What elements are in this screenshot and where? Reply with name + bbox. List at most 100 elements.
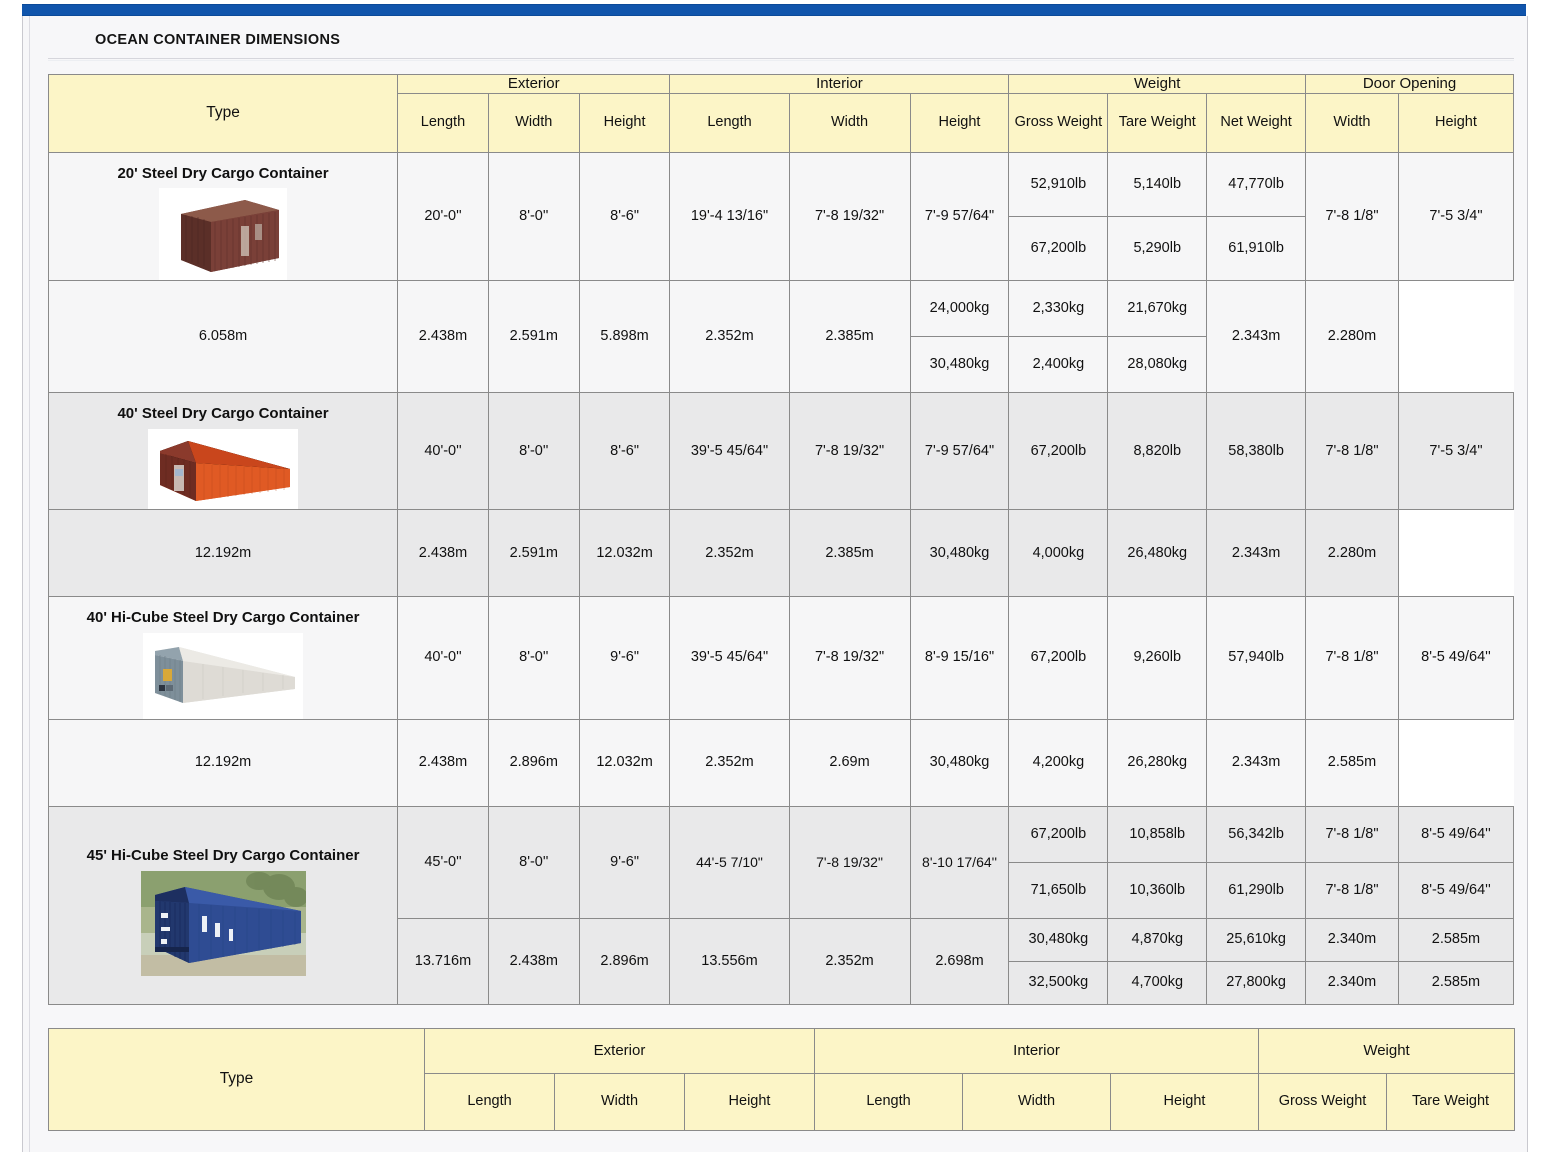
- ocean-container-dimensions-table: Type Exterior Interior Weight Door Openi…: [47, 74, 1515, 1005]
- type-cell-20ft: 20' Steel Dry Cargo Container: [47, 151, 399, 282]
- type-label: 40' Steel Dry Cargo Container: [117, 405, 329, 423]
- header-exterior: Exterior: [397, 74, 671, 94]
- cell-gross-weight: 71,650lb: [1008, 861, 1109, 919]
- bottom-header-type: Type: [48, 1028, 425, 1131]
- cell-gross-weight: 67,200lb: [1008, 392, 1109, 511]
- bottom-header-int-height: Height: [1109, 1073, 1260, 1131]
- top-blue-bar: [22, 4, 1526, 16]
- header-int-length: Length: [669, 92, 790, 153]
- type-label: 20' Steel Dry Cargo Container: [117, 164, 329, 182]
- cell-int-height: 7'-9 57/64": [909, 151, 1010, 282]
- cell-int-height: 2.69m: [788, 718, 911, 807]
- cell-int-width: 7'-8 19/32": [788, 151, 911, 282]
- bottom-header-ext-width: Width: [554, 1073, 685, 1131]
- type-cell-40ft-hicube: 40' Hi-Cube Steel Dry Cargo Container: [47, 596, 399, 720]
- bottom-header-interior: Interior: [813, 1028, 1260, 1074]
- cell-gross-weight: 67,200lb: [1008, 805, 1109, 863]
- cell-tare-weight: 10,360lb: [1107, 861, 1208, 919]
- cell-ext-width: 8'-0'': [487, 392, 580, 511]
- cell-int-width: 2.352m: [669, 509, 790, 598]
- cell-ext-width: 2.438m: [397, 280, 489, 394]
- cell-ext-width: 8'-0'': [487, 805, 580, 919]
- cell-int-height: 8'-9 15/16": [909, 596, 1010, 720]
- type-cell-40ft: 40' Steel Dry Cargo Container: [47, 392, 399, 511]
- type-label: 40' Hi-Cube Steel Dry Cargo Container: [86, 609, 360, 627]
- cell-int-length: 39'-5 45/64": [669, 596, 790, 720]
- cell-net-weight: 57,940lb: [1206, 596, 1307, 720]
- second-dimensions-table: Type Exterior Interior Weight Length Wid…: [48, 1028, 1516, 1131]
- cell-door-width: 7'-8 1/8": [1305, 596, 1399, 720]
- cell-door-width: 7'-8 1/8": [1305, 151, 1399, 282]
- cell-ext-length: 6.058m: [47, 280, 399, 394]
- header-door-height: Height: [1397, 92, 1515, 153]
- cell-door-height: 7'-5 3/4": [1397, 392, 1515, 511]
- container-image-40ft-hicube: [143, 632, 304, 719]
- cell-ext-height: 2.591m: [487, 509, 580, 598]
- page-root: OCEAN CONTAINER DIMENSIONS Type Exterior…: [0, 0, 1552, 1152]
- header-door-opening: Door Opening: [1305, 74, 1514, 94]
- cell-door-width: 2.343m: [1206, 718, 1307, 807]
- cell-net-weight: 56,342lb: [1206, 805, 1307, 863]
- header-weight: Weight: [1008, 74, 1307, 94]
- cell-net-weight: 25,610kg: [1206, 917, 1307, 962]
- cell-tare-weight: 4,870kg: [1107, 917, 1208, 962]
- header-type: Type: [47, 74, 399, 153]
- cell-door-height: 8'-5 49/64'': [1397, 805, 1515, 863]
- cell-door-width: 7'-8 1/8": [1305, 861, 1399, 919]
- cell-int-height: 2.385m: [788, 509, 911, 598]
- cell-int-width: 7'-8 19/32": [788, 805, 911, 919]
- cell-ext-length: 40'-0'': [397, 596, 489, 720]
- cell-gross-weight: 30,480kg: [909, 718, 1010, 807]
- cell-door-width: 2.340m: [1305, 917, 1399, 962]
- cell-ext-height: 2.896m: [487, 718, 580, 807]
- cell-tare-weight: 10,858lb: [1107, 805, 1208, 863]
- cell-ext-width: 2.438m: [487, 917, 580, 1005]
- cell-gross-weight: 67,200lb: [1008, 216, 1109, 282]
- container-45ft-hicube-blue-icon: [140, 870, 306, 976]
- cell-door-height: 7'-5 3/4": [1397, 151, 1515, 282]
- bottom-header-int-length: Length: [814, 1073, 963, 1131]
- header-interior: Interior: [669, 74, 1010, 94]
- table-header: Type Exterior Interior Weight Door Openi…: [47, 74, 1515, 153]
- cell-net-weight: 61,290lb: [1206, 861, 1307, 919]
- cell-door-height: 8'-5 49/64'': [1397, 861, 1515, 919]
- cell-tare-weight: 5,140lb: [1107, 151, 1208, 218]
- header-tare-weight: Tare Weight: [1107, 92, 1208, 153]
- cell-gross-weight: 30,480kg: [909, 336, 1010, 394]
- cell-gross-weight: 67,200lb: [1008, 596, 1109, 720]
- bottom-header-ext-height: Height: [684, 1073, 815, 1131]
- container-20ft-brown-icon: [159, 188, 288, 281]
- cell-tare-weight: 5,290lb: [1107, 216, 1208, 282]
- cell-ext-height: 2.591m: [487, 280, 580, 394]
- cell-door-height: 2.585m: [1397, 960, 1515, 1005]
- cell-ext-height: 9'-6": [578, 596, 671, 720]
- cell-int-length: 12.032m: [578, 509, 671, 598]
- cell-ext-width: 8'-0'': [487, 596, 580, 720]
- cell-int-width: 2.352m: [669, 718, 790, 807]
- cell-net-weight: 61,910lb: [1206, 216, 1307, 282]
- table-row: 45' Hi-Cube Steel Dry Cargo Container 45…: [47, 805, 1515, 1005]
- cell-net-weight: 47,770lb: [1206, 151, 1307, 218]
- cell-int-length: 13.556m: [669, 917, 790, 1005]
- bottom-header-weight: Weight: [1258, 1028, 1516, 1074]
- cell-ext-width: 2.438m: [397, 718, 489, 807]
- cell-door-width: 7'-8 1/8": [1305, 392, 1399, 511]
- cell-net-weight: 21,670kg: [1107, 280, 1208, 338]
- header-ext-height: Height: [578, 92, 671, 153]
- cell-tare-weight: 8,820lb: [1107, 392, 1208, 511]
- cell-door-width: 2.343m: [1206, 280, 1307, 394]
- cell-net-weight: 28,080kg: [1107, 336, 1208, 394]
- cell-ext-length: 40'-0'': [397, 392, 489, 511]
- cell-gross-weight: 24,000kg: [909, 280, 1010, 338]
- page-title: OCEAN CONTAINER DIMENSIONS: [95, 32, 341, 48]
- cell-int-width: 2.352m: [669, 280, 790, 394]
- table-row: 6.058m 2.438m 2.591m 5.898m 2.352m 2.385…: [47, 280, 1514, 394]
- cell-net-weight: 26,280kg: [1107, 718, 1208, 807]
- cell-ext-length: 13.716m: [397, 917, 489, 1005]
- cell-int-height: 8'-10 17/64'': [909, 805, 1010, 919]
- cell-ext-length: 12.192m: [47, 718, 399, 807]
- cell-tare-weight: 4,000kg: [1008, 509, 1109, 598]
- cell-ext-height: 8'-6": [578, 151, 671, 282]
- cell-ext-height: 9'-6": [578, 805, 671, 919]
- header-net-weight: Net Weight: [1206, 92, 1307, 153]
